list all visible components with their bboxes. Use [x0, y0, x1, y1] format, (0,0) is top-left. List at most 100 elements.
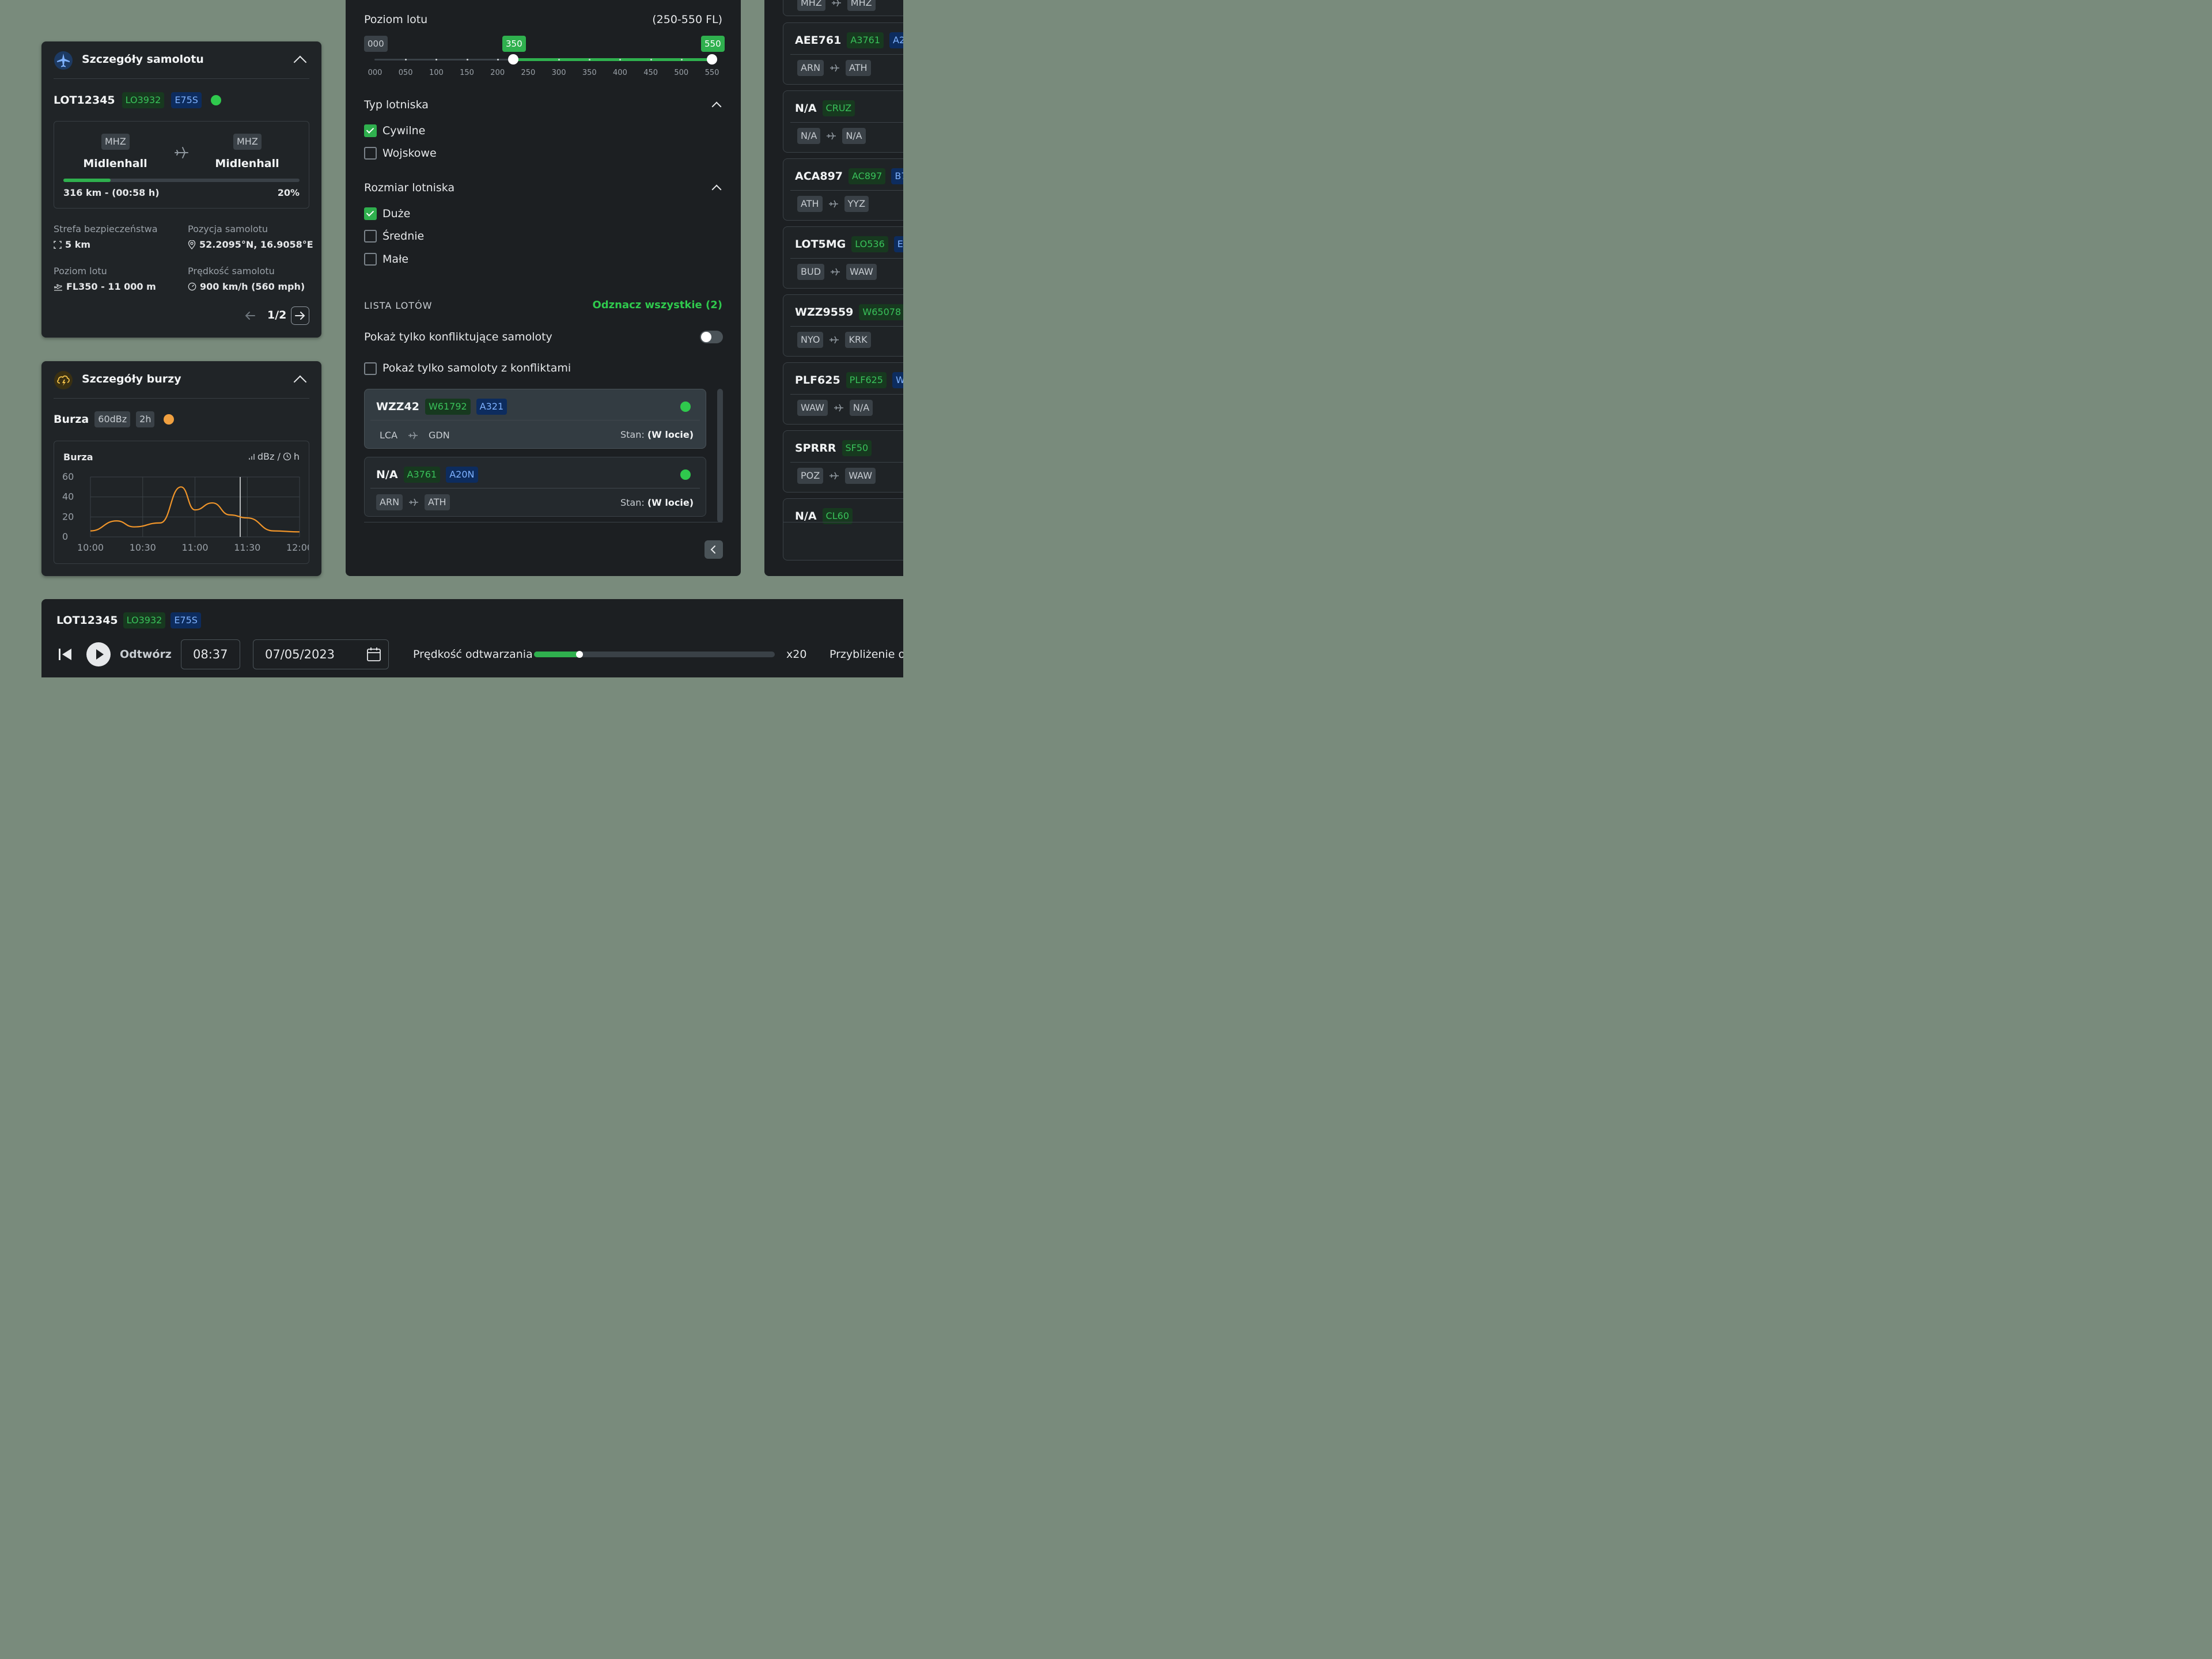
divider [370, 420, 700, 421]
storm-chart-box: Burza dBz / h 60 40 20 0 10:00 10:30 11:00 11:3… [54, 441, 309, 564]
list-item[interactable]: ACA897 AC897 B77W ATH YYZ [783, 158, 903, 221]
calendar-icon[interactable] [366, 647, 381, 662]
next-arrow-button[interactable] [291, 306, 309, 325]
play-button[interactable] [86, 642, 111, 666]
playback-callsign: LOT12345 [56, 614, 118, 627]
flight-code-badge: LO536 [851, 236, 888, 252]
slider-tick-label: 450 [643, 69, 658, 77]
route-plane-icon [830, 472, 839, 480]
storm-intensity-badge: 60dBz [94, 411, 131, 427]
flight-route: LCA GDN [376, 427, 453, 444]
storm-duration-badge: 2h [136, 411, 155, 427]
dest-code-badge: MHZ [847, 0, 876, 11]
flight-code-badge: LO3932 [122, 92, 165, 108]
conflict-toggle[interactable] [700, 331, 723, 343]
dest-code-badge: GDN [429, 430, 450, 441]
storm-status-dot [164, 414, 175, 425]
list-item[interactable]: N/A CL60 [783, 498, 903, 560]
list-item[interactable]: LOT5MG LO536 E195 BUD WAW [783, 226, 903, 289]
list-item-partial[interactable]: MHZ MHZ [783, 0, 903, 16]
slider-handle-high[interactable] [707, 54, 717, 65]
state-label: Stan: [620, 429, 645, 440]
flight-route: ARN ATH [797, 60, 871, 76]
list-item[interactable]: SPRRR SF50 POZ WAW [783, 430, 903, 493]
slider-tick-label: 300 [551, 69, 566, 77]
plane-takeoff-icon [54, 283, 62, 291]
flight-code-badge: W65078 [859, 304, 903, 320]
conflict-only-checkbox[interactable] [364, 362, 377, 375]
list-item[interactable]: WZZ9559 W65078 NYO KRK [783, 294, 903, 357]
list-item[interactable]: N/A CRUZ N/A N/A [783, 90, 903, 153]
aircraft-type-badge: E195 [893, 236, 903, 252]
origin-code-badge: MHZ [797, 0, 825, 11]
speedometer-icon [188, 282, 196, 291]
play-icon [96, 649, 104, 660]
y-tick-label: 40 [62, 491, 74, 502]
slider-tick-label: 550 [704, 69, 719, 77]
flight-list-title: LISTA LOTÓW [364, 300, 433, 311]
origin-code-badge: ATH [797, 196, 823, 212]
dashboard: Szczegóły samolotu LOT12345 LO3932 E75S … [0, 0, 903, 677]
y-tick-label: 20 [62, 511, 74, 522]
civil-checkbox[interactable] [364, 124, 377, 137]
small-label: Małe [382, 253, 409, 266]
storm-details-card: Szczegóły burzy Burza 60dBz 2h Burza dBz… [41, 361, 321, 576]
play-label[interactable]: Odtwórz [120, 648, 172, 661]
collapse-panel-button[interactable] [704, 540, 723, 559]
list-scrollbar[interactable] [717, 389, 723, 522]
collapse-chevron-icon[interactable] [711, 101, 722, 112]
dest-code-badge: N/A [849, 400, 873, 416]
prev-arrow-icon[interactable] [243, 309, 257, 325]
small-checkbox[interactable] [364, 253, 377, 266]
speed-slider-handle[interactable] [576, 651, 584, 658]
origin-code-badge: ARN [376, 494, 403, 510]
list-item[interactable]: PLF625 PLF625 W3 WAW N/A [783, 362, 903, 425]
next-arrow-icon [295, 312, 305, 320]
date-field[interactable]: 07/05/2023 [253, 639, 389, 669]
skip-back-button[interactable] [58, 647, 73, 664]
toggle-knob [701, 332, 711, 342]
filter-panel: Poziom lotu (250-550 FL) 000 350 550 000… [346, 0, 741, 576]
slider-handle-low[interactable] [508, 54, 518, 65]
collapse-chevron-icon[interactable] [711, 184, 722, 195]
flight-route: ARN ATH [376, 494, 450, 510]
divider [790, 258, 903, 259]
flight-card[interactable]: N/A A3761 A20N ARN ATH Stan: (W locie) [364, 457, 706, 517]
location-pin-icon [188, 240, 196, 249]
divider [790, 54, 903, 55]
speed-slider[interactable] [534, 651, 775, 658]
divider [790, 462, 903, 463]
medium-checkbox[interactable] [364, 230, 377, 243]
deselect-all-link[interactable]: Odznacz wszystkie (2) [592, 299, 722, 311]
flight-code-badge: W61792 [425, 399, 471, 415]
x-tick-label: 11:00 [181, 542, 208, 553]
position-value: 52.2095°N, 16.9058°E [199, 239, 313, 250]
flight-card[interactable]: WZZ42 W61792 A321 LCA GDN Stan: (W locie… [364, 389, 706, 449]
route-plane-icon [173, 145, 190, 163]
dest-code-badge: ATH [846, 60, 871, 76]
flight-card-header: ACA897 AC897 B77W [795, 168, 903, 184]
origin-code-badge: LCA [380, 430, 398, 441]
slider-tick-label: 150 [460, 69, 474, 77]
speed-label: Prędkość odtwarzania [413, 648, 533, 661]
position-label: Pozycja samolotu [188, 224, 268, 234]
list-item[interactable]: AEE761 A3761 A20N ARN ATH [783, 22, 903, 85]
date-value: 07/05/2023 [265, 647, 335, 661]
collapse-chevron-icon[interactable] [293, 375, 307, 389]
military-checkbox[interactable] [364, 147, 377, 160]
flight-level-title: Poziom lotu [364, 13, 428, 26]
flight-route: N/A N/A [797, 128, 866, 144]
flight-progress-bar [63, 179, 300, 182]
storm-line-chart: 60 40 20 0 10:00 10:30 11:00 11:30 12:00 [62, 471, 309, 553]
safety-zone-value: 5 km [65, 239, 91, 250]
route-box: MHZ Midlenhall MHZ Midlenhall 316 km - (… [54, 121, 309, 209]
origin-code-badge: WAW [797, 400, 828, 416]
flight-callsign: N/A [795, 102, 817, 115]
military-label: Wojskowe [382, 147, 437, 160]
flight-code-badge: A3761 [847, 32, 884, 48]
state-value: (W locie) [647, 497, 694, 508]
flight-code-badge: CRUZ [822, 100, 855, 116]
collapse-chevron-icon[interactable] [293, 55, 307, 69]
time-field[interactable]: 08:37 [181, 639, 240, 669]
large-checkbox[interactable] [364, 207, 377, 220]
